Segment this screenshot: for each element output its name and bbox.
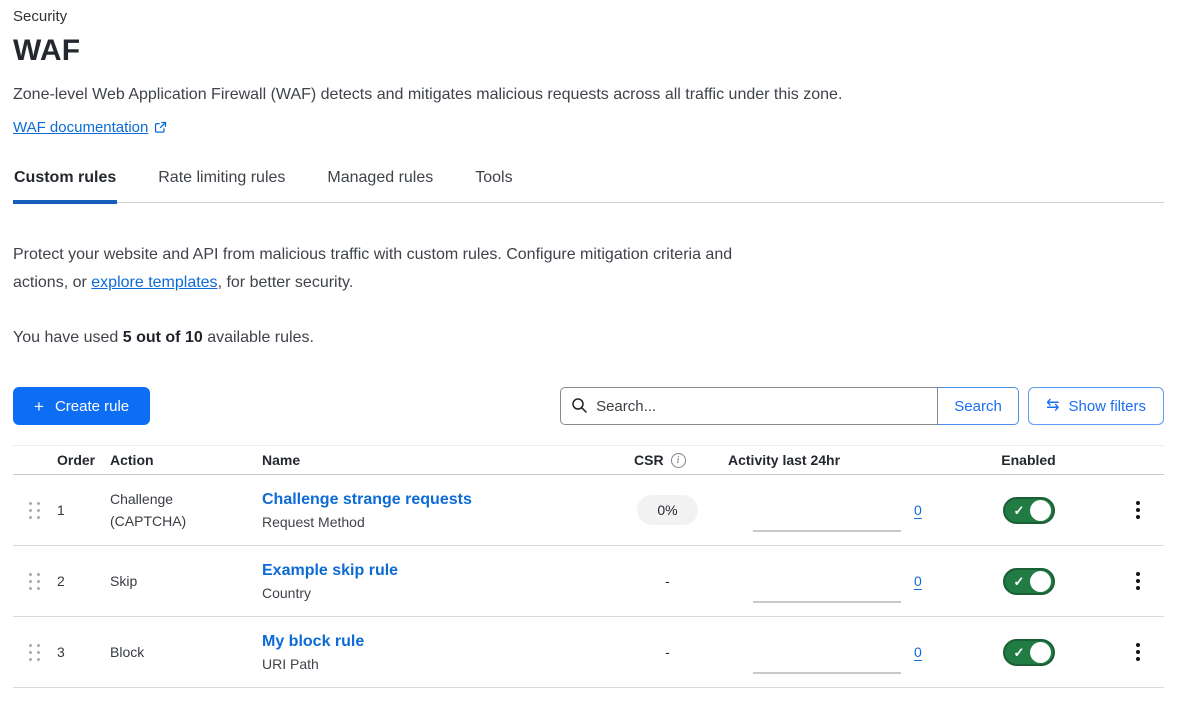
header-order: Order: [55, 452, 108, 468]
drag-handle-icon[interactable]: [29, 644, 40, 661]
custom-rules-table: Order Action Name CSR i Activity last 24…: [13, 445, 1164, 688]
header-csr: CSR i: [609, 452, 726, 468]
row-menu-button[interactable]: [1128, 492, 1148, 528]
row-menu-button[interactable]: [1128, 634, 1148, 670]
activity-sparkline: [753, 601, 901, 603]
activity-count-link[interactable]: 0: [914, 573, 922, 589]
enabled-toggle[interactable]: ✓: [1003, 639, 1055, 666]
drag-handle-icon[interactable]: [29, 502, 40, 519]
usage-summary: You have used 5 out of 10 available rule…: [13, 329, 1164, 347]
show-filters-label: Show filters: [1068, 398, 1146, 415]
rule-name-link[interactable]: Example skip rule: [262, 562, 398, 579]
show-filters-button[interactable]: ⇆ Show filters: [1028, 387, 1164, 425]
toggle-knob: [1030, 642, 1051, 663]
breadcrumb-security: Security: [13, 8, 1164, 25]
tab-tools[interactable]: Tools: [474, 167, 513, 202]
usage-prefix: You have used: [13, 329, 123, 346]
info-icon[interactable]: i: [671, 453, 686, 468]
search-button[interactable]: Search: [937, 387, 1019, 425]
custom-rules-intro: Protect your website and API from malici…: [13, 241, 753, 297]
rule-action: Challenge (CAPTCHA): [108, 488, 226, 532]
rule-name-link[interactable]: Challenge strange requests: [262, 491, 472, 508]
search-group: Search: [560, 387, 1019, 425]
tab-custom-rules[interactable]: Custom rules: [13, 167, 117, 202]
header-action: Action: [108, 452, 260, 468]
toggle-knob: [1030, 571, 1051, 592]
csr-value: -: [665, 573, 670, 589]
header-name: Name: [260, 452, 609, 468]
intro-text-after: , for better security.: [218, 274, 354, 291]
row-menu-button[interactable]: [1128, 563, 1148, 599]
usage-suffix: available rules.: [203, 329, 314, 346]
page-description: Zone-level Web Application Firewall (WAF…: [13, 86, 1164, 104]
csr-value: 0%: [637, 495, 697, 525]
activity-sparkline: [753, 672, 901, 674]
waf-tabbar: Custom rules Rate limiting rules Managed…: [13, 167, 1164, 203]
header-activity: Activity last 24hr: [726, 452, 946, 468]
rule-field: Country: [262, 585, 607, 601]
header-csr-label: CSR: [634, 452, 664, 468]
plus-icon: +: [34, 398, 44, 415]
waf-documentation-link[interactable]: WAF documentation: [13, 119, 167, 136]
table-row: 3 Block My block rule URI Path - 0 ✓: [13, 617, 1164, 688]
header-enabled: Enabled: [946, 452, 1111, 468]
activity-count-link[interactable]: 0: [914, 644, 922, 660]
rule-order: 3: [55, 644, 108, 660]
page-title: WAF: [13, 34, 1164, 68]
create-rule-label: Create rule: [55, 398, 129, 415]
usage-count: 5 out of 10: [123, 329, 203, 346]
rules-toolbar: + Create rule Search ⇆ Show filters: [13, 387, 1164, 425]
external-link-icon: [154, 121, 167, 134]
rule-order: 1: [55, 502, 108, 518]
search-icon: [571, 397, 588, 419]
tab-managed-rules[interactable]: Managed rules: [326, 167, 434, 202]
check-icon: ✓: [1014, 573, 1025, 590]
check-icon: ✓: [1014, 502, 1025, 519]
tab-rate-limiting-rules[interactable]: Rate limiting rules: [157, 167, 286, 202]
rule-action: Block: [108, 641, 226, 663]
csr-value: -: [665, 644, 670, 660]
table-body: 1 Challenge (CAPTCHA) Challenge strange …: [13, 475, 1164, 688]
enabled-toggle[interactable]: ✓: [1003, 497, 1055, 524]
rule-name-link[interactable]: My block rule: [262, 633, 364, 650]
waf-page: Security WAF Zone-level Web Application …: [0, 0, 1177, 688]
rule-field: URI Path: [262, 656, 607, 672]
swap-arrows-icon: ⇆: [1046, 398, 1059, 414]
activity-count-link[interactable]: 0: [914, 502, 922, 518]
table-row: 2 Skip Example skip rule Country - 0 ✓: [13, 546, 1164, 617]
explore-templates-link[interactable]: explore templates: [91, 274, 217, 291]
activity-sparkline: [753, 530, 901, 532]
check-icon: ✓: [1014, 644, 1025, 661]
rule-action: Skip: [108, 570, 226, 592]
enabled-toggle[interactable]: ✓: [1003, 568, 1055, 595]
waf-documentation-label: WAF documentation: [13, 119, 148, 136]
drag-handle-icon[interactable]: [29, 573, 40, 590]
create-rule-button[interactable]: + Create rule: [13, 387, 150, 425]
search-input[interactable]: [560, 387, 938, 425]
table-row: 1 Challenge (CAPTCHA) Challenge strange …: [13, 475, 1164, 546]
rule-order: 2: [55, 573, 108, 589]
table-header-row: Order Action Name CSR i Activity last 24…: [13, 445, 1164, 475]
rule-field: Request Method: [262, 514, 607, 530]
toggle-knob: [1030, 500, 1051, 521]
